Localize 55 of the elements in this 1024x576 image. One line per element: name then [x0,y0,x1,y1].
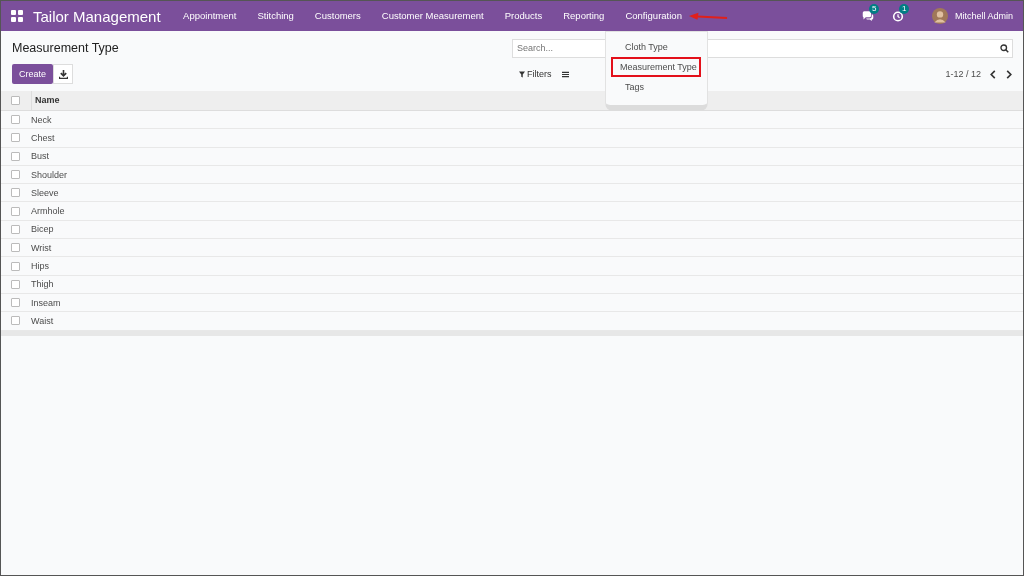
row-checkbox[interactable] [11,261,20,271]
row-checkbox[interactable] [11,133,20,143]
menu-item[interactable]: Appointment [172,1,247,31]
filter-icon [519,70,525,78]
table-cell[interactable]: Chest [31,132,55,143]
table-cell[interactable]: Bust [31,151,49,162]
menu-item[interactable]: Stitching [246,1,305,31]
table-cell[interactable]: Inseam [31,297,61,308]
notification-badge: 1 [898,3,910,14]
pager-text[interactable]: 1-12 / 12 [945,69,981,79]
annotation-arrow-icon [688,12,729,22]
table-cell[interactable]: Bicep [31,224,54,235]
table-cell[interactable]: Hips [31,261,49,271]
chat-bubbles-icon[interactable] [861,10,874,22]
row-checkbox[interactable] [11,224,20,234]
app-name[interactable]: Tailor Management [33,7,161,25]
filters-button[interactable]: Filters [519,69,552,79]
row-checkbox[interactable] [11,206,20,216]
previous-icon[interactable] [989,69,997,79]
dropdown-item[interactable]: Tags [610,77,701,97]
column-header[interactable]: Name [31,91,60,110]
table-cell[interactable]: Armhole [31,206,65,217]
table-cell[interactable]: Shoulder [31,169,68,180]
row-checkbox[interactable] [11,151,20,161]
menu-item[interactable]: Products [494,1,553,31]
table-cell[interactable]: Waist [31,315,54,326]
row-checkbox[interactable] [11,188,20,198]
row-checkbox[interactable] [11,298,20,308]
menu-item[interactable]: Reporting [552,1,615,31]
dropdown-item[interactable]: Cloth Type [610,37,701,57]
avatar-icon[interactable] [931,8,948,24]
row-checkbox[interactable] [11,115,20,125]
notification-badge: 5 [868,3,880,14]
search-icon[interactable] [1000,43,1009,53]
download-icon [58,69,68,79]
user-name[interactable]: Mitchell Admin [954,11,1013,21]
table-cell[interactable]: Sleeve [31,187,59,198]
select-all-checkbox[interactable] [11,96,20,105]
download-button[interactable] [53,64,73,84]
menu-item[interactable]: Customer Measurement [371,1,495,31]
apps-grid-icon[interactable] [11,10,23,22]
table-cell[interactable]: Wrist [31,242,52,253]
list-icon[interactable] [561,70,569,78]
table-cell[interactable]: Neck [31,114,52,125]
clock-icon[interactable] [891,10,904,22]
row-checkbox[interactable] [11,243,20,253]
table-cell[interactable]: Thigh [31,279,54,290]
page-title: Measurement Type [12,41,119,55]
row-checkbox[interactable] [11,279,20,289]
dropdown-item[interactable]: Measurement Type [610,57,701,77]
menu-item[interactable]: Customers [304,1,372,31]
next-icon[interactable] [1005,69,1013,79]
row-checkbox[interactable] [11,316,20,326]
create-button[interactable]: Create [12,64,53,84]
row-checkbox[interactable] [11,170,20,180]
